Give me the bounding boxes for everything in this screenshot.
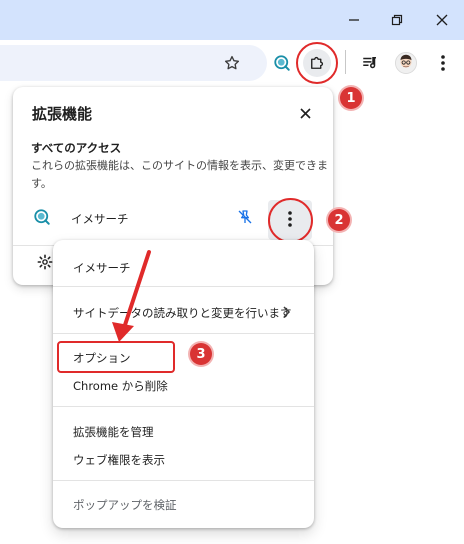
menu-item-view-web-permissions[interactable]: ウェブ権限を表示 bbox=[73, 452, 165, 468]
extension-name[interactable]: イメサーチ bbox=[71, 211, 129, 227]
menu-divider bbox=[53, 480, 314, 481]
bookmark-button[interactable] bbox=[220, 51, 244, 75]
annotation-badge-1: 1 bbox=[340, 87, 362, 109]
minimize-icon bbox=[349, 19, 359, 21]
menu-item-manage-extensions[interactable]: 拡張機能を管理 bbox=[73, 424, 154, 440]
menu-item-inspect-popup[interactable]: ポップアップを検証 bbox=[73, 497, 177, 513]
profile-button[interactable] bbox=[393, 50, 419, 76]
minimize-button[interactable] bbox=[340, 6, 368, 34]
menu-divider bbox=[53, 286, 314, 287]
pin-off-icon bbox=[238, 210, 252, 224]
menu-item-remove-from-chrome[interactable]: Chrome から削除 bbox=[73, 378, 168, 394]
extension-image-search-button[interactable] bbox=[271, 52, 293, 74]
gear-icon bbox=[37, 254, 53, 270]
annotation-badge-3: 3 bbox=[190, 343, 212, 365]
access-section-title: すべてのアクセス bbox=[31, 141, 122, 155]
extension-image-search-icon bbox=[274, 55, 290, 71]
menu-divider bbox=[53, 406, 314, 407]
extension-image-search-icon bbox=[34, 209, 50, 225]
panel-title: 拡張機能 bbox=[32, 105, 93, 123]
kebab-menu-icon bbox=[441, 55, 445, 71]
toolbar-divider bbox=[345, 50, 346, 74]
star-icon bbox=[224, 55, 240, 70]
menu-item-extension-name[interactable]: イメサーチ bbox=[73, 260, 131, 276]
annotation-ring-1 bbox=[296, 42, 338, 84]
access-description: これらの拡張機能は、このサイトの情報を表示、変更できます。 bbox=[31, 159, 328, 190]
media-controls-button[interactable] bbox=[358, 52, 382, 74]
media-controls-icon bbox=[363, 57, 376, 69]
panel-close-button[interactable] bbox=[295, 103, 315, 123]
browser-toolbar bbox=[0, 40, 464, 87]
annotation-box-options bbox=[57, 341, 175, 373]
manage-extensions-gear[interactable] bbox=[37, 254, 53, 274]
annotation-badge-2: 2 bbox=[328, 209, 350, 231]
close-icon bbox=[436, 14, 448, 26]
menu-divider bbox=[53, 333, 314, 334]
chrome-menu-button[interactable] bbox=[432, 51, 454, 75]
avatar bbox=[395, 52, 417, 74]
close-icon bbox=[299, 107, 311, 119]
restore-icon bbox=[391, 14, 403, 26]
window-close-button[interactable] bbox=[428, 6, 456, 34]
menu-item-site-access[interactable]: サイトデータの読み取りと変更を行います bbox=[73, 305, 292, 321]
extension-context-menu: イメサーチ サイトデータの読み取りと変更を行います オプション Chrome か… bbox=[53, 240, 314, 528]
chevron-right-icon bbox=[283, 306, 291, 318]
annotation-ring-2 bbox=[268, 198, 313, 243]
pin-button[interactable] bbox=[237, 209, 253, 229]
title-bar bbox=[0, 0, 464, 40]
restore-button[interactable] bbox=[383, 6, 411, 34]
